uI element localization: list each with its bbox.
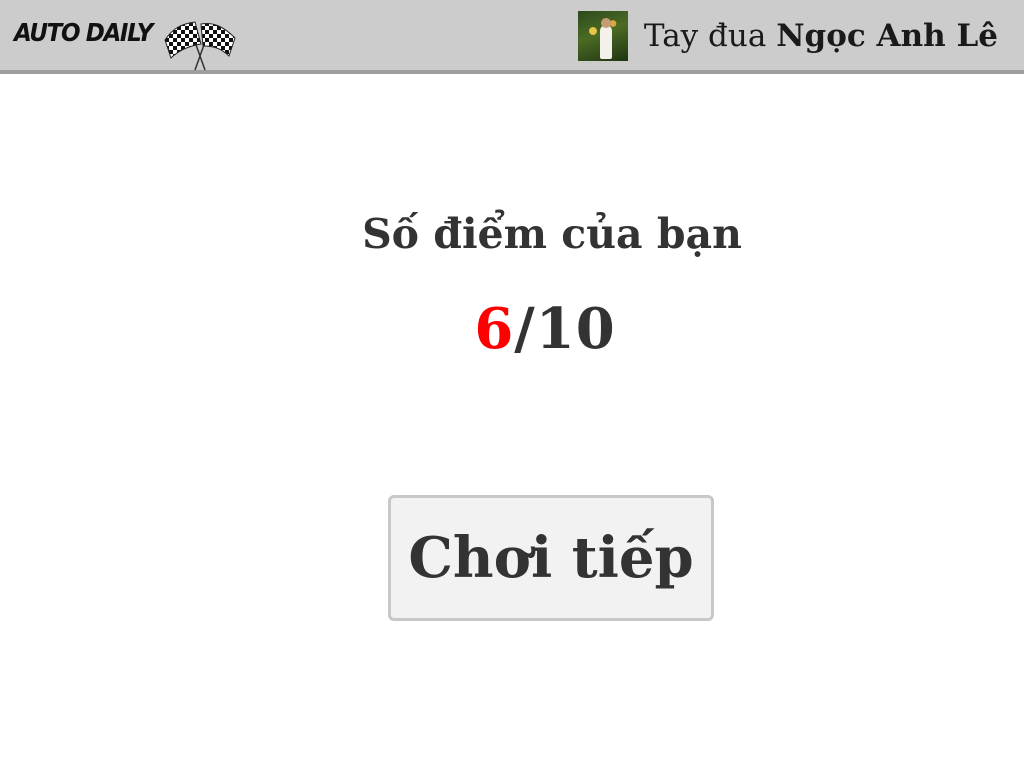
- logo-text: AUTO DAILY: [14, 18, 153, 47]
- racer-prefix: Tay đua: [643, 18, 777, 54]
- avatar[interactable]: [577, 11, 628, 61]
- score-value: 6: [474, 296, 515, 362]
- score-display: 6/10: [0, 296, 1024, 362]
- score-total: /10: [514, 296, 616, 362]
- checkered-flags-icon: [164, 21, 236, 71]
- score-title: Số điểm của bạn: [362, 210, 742, 258]
- avatar-figure: [599, 25, 612, 59]
- continue-button[interactable]: Chơi tiếp: [388, 495, 714, 621]
- racer-name: Ngọc Anh Lê: [776, 18, 998, 54]
- top-header: AUTO DAILY Tay đua Ngọc Anh Lê: [0, 0, 1024, 74]
- avatar-head: [600, 18, 611, 28]
- site-logo[interactable]: AUTO DAILY: [14, 18, 164, 47]
- racer-info: Tay đua Ngọc Anh Lê: [577, 11, 998, 61]
